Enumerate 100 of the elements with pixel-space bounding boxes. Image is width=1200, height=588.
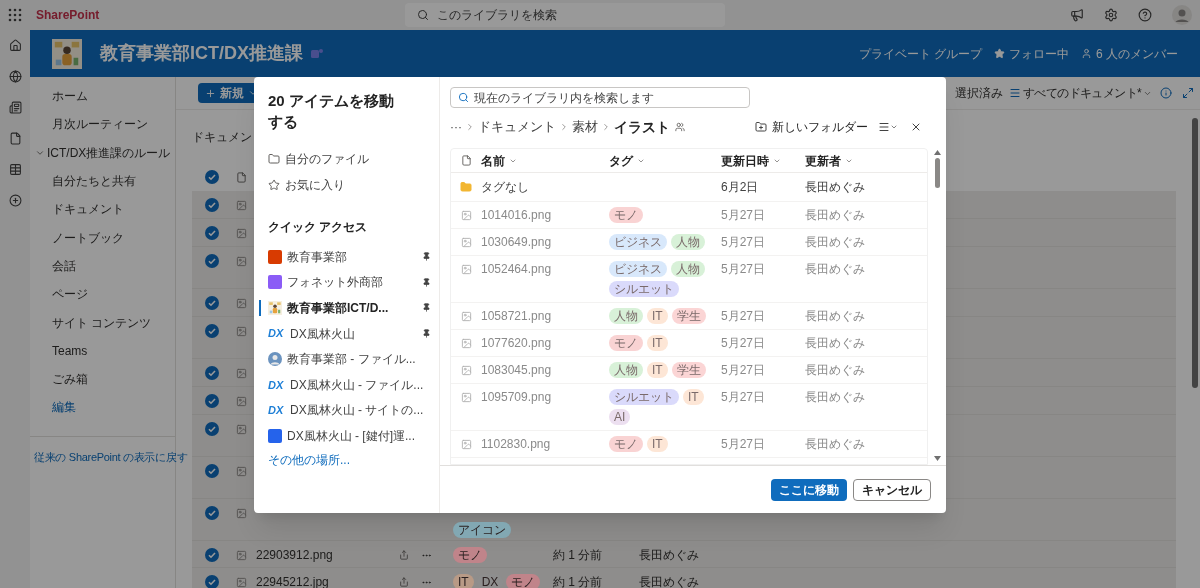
tag: 学生 xyxy=(671,308,706,324)
news-icon[interactable] xyxy=(8,101,22,114)
move-here-button[interactable]: ここに移動 xyxy=(771,478,847,501)
edit-link[interactable]: 編集 xyxy=(52,398,76,417)
selected-check-icon[interactable] xyxy=(205,324,219,338)
list-row[interactable]: タグなし 6月2日 長田めぐみ xyxy=(451,173,927,202)
nav-item[interactable]: ホーム xyxy=(52,87,88,106)
breadcrumb-item[interactable]: イラスト xyxy=(614,116,670,138)
quick-access-item[interactable]: DX風林火山 - [鍵付]運... xyxy=(287,426,431,445)
plus-icon xyxy=(205,87,216,99)
selected-check-icon[interactable] xyxy=(205,296,219,310)
file-name[interactable]: 22945212.jpg xyxy=(256,573,329,588)
modified-by: 長田めぐみ xyxy=(639,547,699,564)
image-file-icon xyxy=(235,465,247,477)
selected-check-icon[interactable] xyxy=(205,575,219,588)
selected-check-icon[interactable] xyxy=(205,254,219,268)
more-locations-link[interactable]: その他の場所... xyxy=(268,450,431,469)
nav-item[interactable]: 月次ルーティーン xyxy=(52,115,148,134)
selected-check-icon[interactable] xyxy=(205,198,219,212)
column-header[interactable]: タグ xyxy=(609,151,633,170)
image-file-icon xyxy=(460,391,472,403)
pin-icon[interactable] xyxy=(422,329,431,339)
nav-item[interactable]: ノートブック xyxy=(52,228,124,247)
quick-access-item[interactable]: 教育事業部 xyxy=(287,247,417,266)
column-header[interactable]: 名前 xyxy=(481,151,505,170)
search-field[interactable]: このライブラリを検索 xyxy=(404,3,725,27)
quick-access-item[interactable]: DX風林火山 - ファイル... xyxy=(290,375,431,394)
file-row[interactable]: 22903912.png モノ 約 1 分前 長田めぐみ xyxy=(192,541,1176,568)
image-file-icon xyxy=(235,507,247,519)
pin-icon[interactable] xyxy=(422,303,431,313)
chevron-icon[interactable] xyxy=(890,123,898,131)
site-title[interactable]: 教育事業部ICT/DX推進課 xyxy=(100,40,303,67)
app-launcher-icon[interactable] xyxy=(8,8,22,22)
brand-name[interactable]: SharePoint xyxy=(36,6,100,24)
nav-item[interactable]: ページ xyxy=(52,285,88,304)
tag: ビジネス xyxy=(609,261,667,277)
item-name: 1083045.png xyxy=(481,362,552,379)
share-icon[interactable] xyxy=(399,550,409,560)
quick-access-item[interactable]: フォネット外商部 xyxy=(287,273,417,292)
share-icon[interactable] xyxy=(399,577,409,587)
selected-check-icon[interactable] xyxy=(205,170,219,184)
add-icon[interactable] xyxy=(8,194,22,207)
scrollbar-thumb[interactable] xyxy=(1192,118,1198,388)
quick-access-item[interactable]: 教育事業部ICT/D... xyxy=(287,299,417,317)
help-icon[interactable] xyxy=(1138,8,1152,22)
info-icon[interactable] xyxy=(1160,87,1172,99)
nav-item[interactable]: ドキュメント xyxy=(52,200,124,219)
pin-icon[interactable] xyxy=(422,252,431,262)
nav-item[interactable]: ICT/DX推進課のルール xyxy=(47,143,171,162)
cancel-button[interactable]: キャンセル xyxy=(853,478,931,501)
new-folder-button[interactable]: 新しいフォルダー xyxy=(772,118,868,136)
selected-check-icon[interactable] xyxy=(205,366,219,380)
nav-item[interactable]: Teams xyxy=(52,341,88,360)
column-header[interactable]: 更新日時 xyxy=(721,151,769,170)
column-header[interactable]: 更新者 xyxy=(805,151,841,170)
star-icon xyxy=(268,179,280,191)
selected-check-icon[interactable] xyxy=(205,548,219,562)
tag: 人物 xyxy=(609,362,643,378)
search-field[interactable]: 現在のライブラリ内を検索します xyxy=(450,87,750,108)
file-icon[interactable] xyxy=(8,132,22,145)
quick-access-item[interactable]: 教育事業部 - ファイル... xyxy=(287,350,431,369)
close-icon[interactable] xyxy=(910,121,922,133)
scroll-up-icon[interactable] xyxy=(933,150,941,155)
selected-check-icon[interactable] xyxy=(205,226,219,240)
modified-by: 長田めぐみ xyxy=(805,261,865,278)
view-selector[interactable]: すべてのドキュメント* xyxy=(1022,84,1141,102)
nav-item[interactable]: 自分たちと共有 xyxy=(52,172,136,191)
nav-item[interactable]: ごみ箱 xyxy=(52,370,88,389)
nav-item[interactable]: 会話 xyxy=(52,256,76,275)
classic-view-link[interactable]: 従来の SharePoint の表示に戻す xyxy=(34,450,188,463)
location-item[interactable]: お気に入り xyxy=(285,176,345,194)
quick-access-item[interactable]: DX風林火山 - サイトの... xyxy=(290,401,431,420)
nav-item[interactable]: サイト コンテンツ xyxy=(52,313,152,332)
list-icon[interactable] xyxy=(8,163,22,176)
quick-access-item[interactable]: DX風林火山 xyxy=(290,324,417,343)
breadcrumb-item[interactable]: 素材 xyxy=(572,117,598,137)
globe-icon[interactable] xyxy=(8,70,22,83)
breadcrumb-item[interactable]: ドキュメント xyxy=(478,117,556,137)
pin-icon[interactable] xyxy=(422,277,431,287)
expand-icon[interactable] xyxy=(1182,87,1194,99)
file-name[interactable]: 22903912.png xyxy=(256,546,333,564)
modified-by: 長田めぐみ xyxy=(805,234,865,251)
members-link[interactable]: 6 人のメンバー xyxy=(1096,44,1178,63)
image-file-icon xyxy=(460,337,472,349)
breadcrumb-overflow[interactable]: ··· xyxy=(450,118,462,136)
view-options-icon[interactable] xyxy=(878,121,890,133)
location-item[interactable]: 自分のファイル xyxy=(285,150,369,168)
avatar-icon[interactable] xyxy=(1172,5,1192,25)
item-name[interactable]: タグなし xyxy=(481,178,529,196)
megaphone-icon[interactable] xyxy=(1070,8,1084,22)
settings-icon[interactable] xyxy=(1104,8,1118,22)
modified-by: 長田めぐみ xyxy=(805,179,865,196)
selected-check-icon[interactable] xyxy=(205,464,219,478)
selected-check-icon[interactable] xyxy=(205,422,219,436)
selected-check-icon[interactable] xyxy=(205,394,219,408)
follow-button[interactable]: フォロー中 xyxy=(1009,44,1069,63)
file-row[interactable]: 22945212.jpg IT DX モノ 約 1 分前 長田めぐみ xyxy=(192,568,1176,588)
home-icon[interactable] xyxy=(8,39,22,52)
scrollbar-thumb[interactable] xyxy=(934,158,940,188)
selected-check-icon[interactable] xyxy=(205,506,219,520)
